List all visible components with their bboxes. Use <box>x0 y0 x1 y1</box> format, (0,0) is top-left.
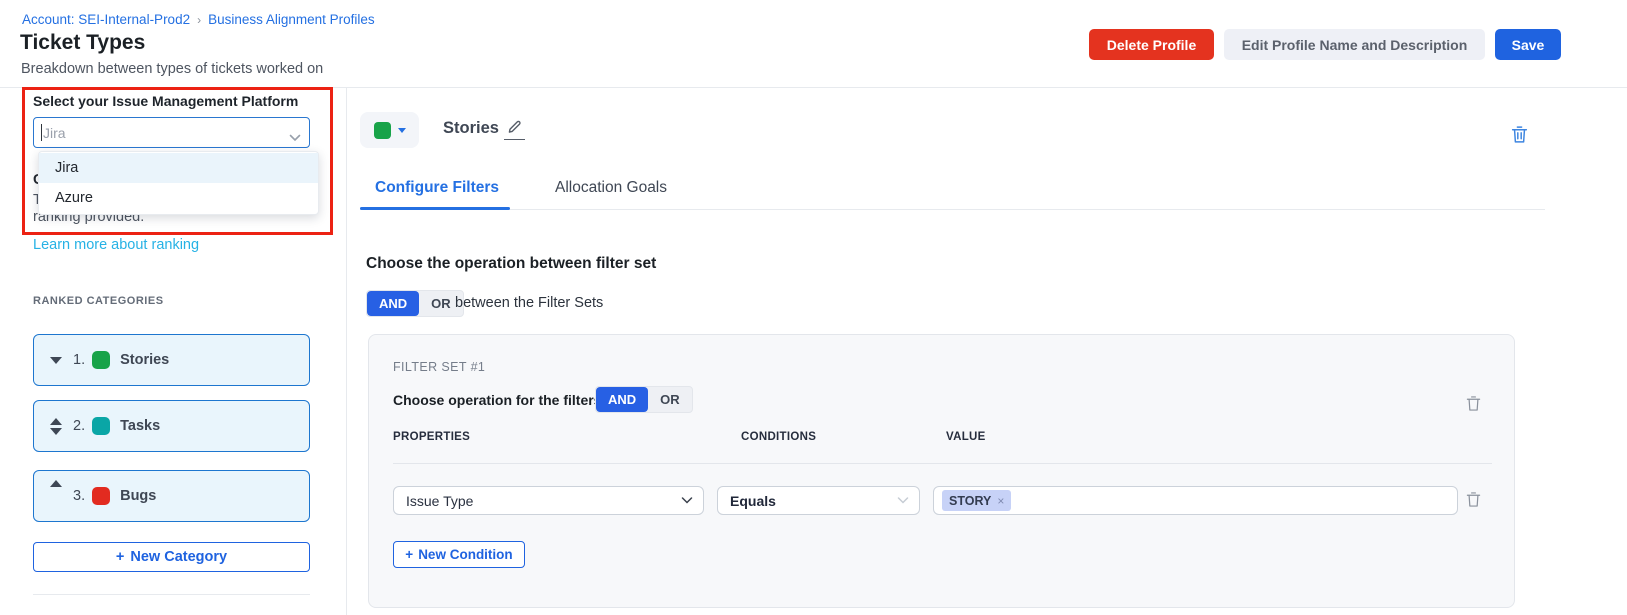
platform-dropdown-menu: Jira Azure <box>38 151 319 215</box>
filters-operation-label: Choose operation for the filters <box>393 392 601 408</box>
text-cursor <box>41 124 42 141</box>
column-header-value: VALUE <box>946 431 986 443</box>
category-name: Stories <box>120 352 169 368</box>
category-rank: 1. <box>73 352 85 368</box>
property-select[interactable]: Issue Type <box>393 486 704 515</box>
condition-select-value: Equals <box>730 493 897 509</box>
category-color-picker[interactable] <box>360 112 419 148</box>
filter-set-card: FILTER SET #1 Choose operation for the f… <box>368 334 1515 608</box>
category-rank: 2. <box>73 418 85 434</box>
header-actions: Delete Profile Edit Profile Name and Des… <box>1089 29 1561 60</box>
chevron-down-icon[interactable] <box>289 129 301 147</box>
category-name: Tasks <box>120 418 160 434</box>
sidebar-divider <box>33 594 310 595</box>
active-tab-underline <box>360 207 510 210</box>
category-color-dot <box>92 351 110 369</box>
value-tag-story: STORY × <box>942 490 1011 511</box>
delete-condition-icon[interactable] <box>1466 491 1481 511</box>
column-header-properties: PROPERTIES <box>393 431 470 443</box>
chevron-down-icon <box>897 497 909 505</box>
edit-category-name-icon[interactable] <box>504 119 525 140</box>
new-category-label: New Category <box>130 549 227 565</box>
new-condition-label: New Condition <box>418 547 513 562</box>
category-color-dot <box>92 487 110 505</box>
and-toggle-button[interactable]: AND <box>367 291 419 316</box>
move-down-icon[interactable] <box>48 357 64 364</box>
category-card-bugs[interactable]: 3. Bugs <box>33 470 310 522</box>
category-card-stories[interactable]: 1. Stories <box>33 334 310 386</box>
filter-sets-caption: between the Filter Sets <box>455 295 603 311</box>
new-condition-button[interactable]: + New Condition <box>393 541 525 568</box>
filter-sets-and-or-toggle: AND OR <box>366 290 464 317</box>
column-header-conditions: CONDITIONS <box>741 431 816 443</box>
value-input[interactable]: STORY × <box>933 486 1458 515</box>
remove-tag-icon[interactable]: × <box>997 494 1004 508</box>
breadcrumb-account-link[interactable]: Account: SEI-Internal-Prod2 <box>22 12 190 27</box>
breadcrumb: Account: SEI-Internal-Prod2 › Business Ali… <box>22 12 375 27</box>
delete-category-icon[interactable] <box>1511 125 1528 147</box>
category-card-tasks[interactable]: 2. Tasks <box>33 400 310 452</box>
condition-select[interactable]: Equals <box>717 486 920 515</box>
category-name: Bugs <box>120 488 156 504</box>
plus-icon: + <box>116 549 124 565</box>
platform-option-azure[interactable]: Azure <box>39 183 318 213</box>
chevron-down-icon <box>681 497 693 505</box>
or-toggle-button[interactable]: OR <box>648 387 692 412</box>
ranked-categories-label: RANKED CATEGORIES <box>33 295 164 307</box>
tab-allocation-goals[interactable]: Allocation Goals <box>555 179 667 197</box>
page-title: Ticket Types <box>20 31 145 55</box>
edit-profile-button[interactable]: Edit Profile Name and Description <box>1224 29 1485 60</box>
filter-set-operation-heading: Choose the operation between filter set <box>366 255 656 273</box>
move-up-icon[interactable] <box>48 480 64 487</box>
delete-profile-button[interactable]: Delete Profile <box>1089 29 1214 60</box>
and-toggle-button[interactable]: AND <box>596 387 648 412</box>
main-panel: Stories Configure Filters Allocation Goa… <box>348 88 1627 615</box>
tabs-divider <box>360 209 1545 210</box>
plus-icon: + <box>405 547 413 562</box>
category-rank: 3. <box>73 488 85 504</box>
breadcrumb-separator: › <box>197 13 201 27</box>
filter-set-title: FILTER SET #1 <box>393 360 485 374</box>
page-subtitle: Breakdown between types of tickets worke… <box>21 61 323 77</box>
tab-configure-filters[interactable]: Configure Filters <box>375 179 499 197</box>
platform-label: Select your Issue Management Platform <box>33 93 298 109</box>
filter-set-divider <box>393 463 1492 464</box>
move-up-down-icon[interactable] <box>48 418 64 435</box>
delete-filter-set-icon[interactable] <box>1466 395 1481 415</box>
new-category-button[interactable]: + New Category <box>33 542 310 572</box>
platform-select-input[interactable] <box>33 117 310 148</box>
caret-down-icon <box>398 128 406 133</box>
breadcrumb-section-link[interactable]: Business Alignment Profiles <box>208 12 375 27</box>
save-button[interactable]: Save <box>1495 29 1561 60</box>
sidebar: Select your Issue Management Platform C … <box>0 88 347 615</box>
filters-and-or-toggle: AND OR <box>595 386 693 413</box>
value-tag-label: STORY <box>949 494 991 508</box>
page: Account: SEI-Internal-Prod2 › Business Ali… <box>0 0 1627 615</box>
category-color-dot <box>92 417 110 435</box>
selected-category-title: Stories <box>443 119 499 138</box>
category-color-swatch <box>374 122 391 139</box>
property-select-value: Issue Type <box>406 493 681 509</box>
learn-more-ranking-link[interactable]: Learn more about ranking <box>33 237 199 253</box>
platform-option-jira[interactable]: Jira <box>39 153 318 183</box>
